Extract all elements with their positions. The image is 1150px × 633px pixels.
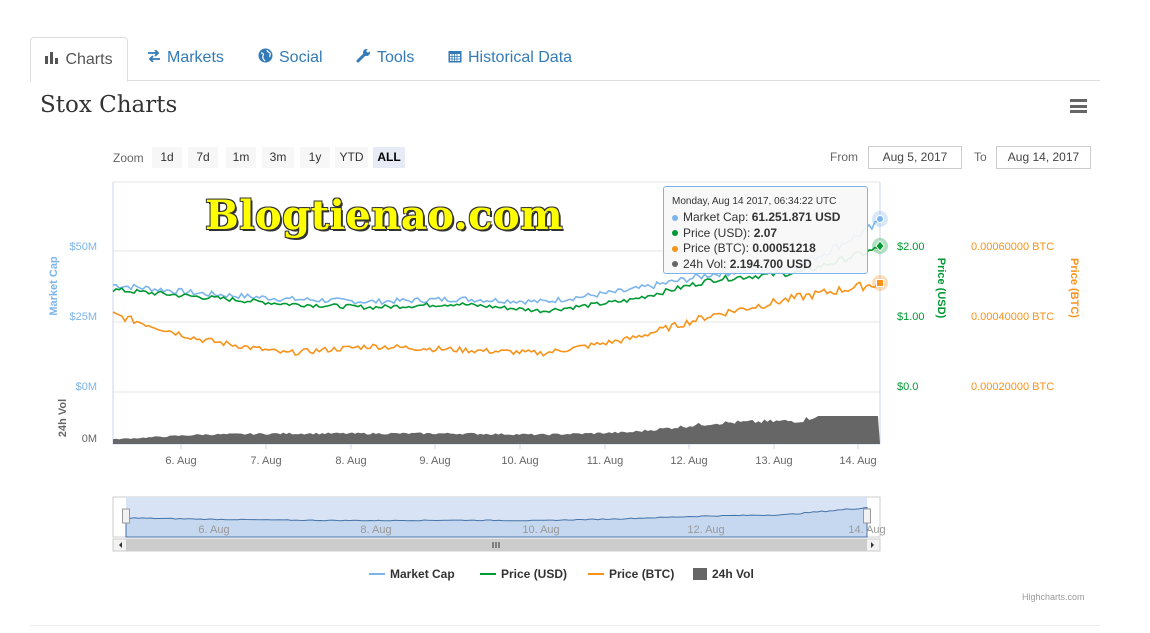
price-btc-marker bbox=[876, 279, 884, 287]
market-cap-marker bbox=[876, 215, 884, 223]
series-dot-icon bbox=[672, 261, 678, 268]
chart-tooltip: Monday, Aug 14 2017, 06:34:22 UTC Market… bbox=[663, 186, 868, 274]
tooltip-value: 61.251.871 USD bbox=[751, 210, 841, 224]
price-btc-line bbox=[112, 281, 879, 357]
y-tick-price-btc: 0.00060000 BTC bbox=[971, 241, 1054, 253]
y-tick-price-usd: $0.0 bbox=[897, 381, 918, 393]
tooltip-label: Market Cap bbox=[683, 210, 746, 224]
y-tick-market-cap: $0M bbox=[76, 381, 97, 393]
legend-item-market-cap[interactable]: Market Cap bbox=[369, 567, 455, 581]
legend-swatch bbox=[480, 573, 496, 575]
legend-item-price-usd[interactable]: Price (USD) bbox=[480, 567, 567, 581]
legend-swatch bbox=[693, 568, 707, 580]
legend-label: Market Cap bbox=[390, 567, 455, 581]
y-axis-title-market-cap: Market Cap bbox=[48, 256, 60, 316]
navigator-handle-right[interactable] bbox=[863, 508, 871, 524]
legend-label: Price (BTC) bbox=[609, 567, 675, 581]
tooltip-row-price-usd: Price (USD): 2.07 bbox=[672, 226, 867, 242]
y-tick-price-usd: $1.00 bbox=[897, 311, 925, 323]
y-tick-price-btc: 0.00020000 BTC bbox=[971, 381, 1054, 393]
navigator-tick-label: 10. Aug bbox=[522, 524, 559, 536]
legend-swatch bbox=[588, 573, 604, 575]
volume-area bbox=[113, 416, 880, 444]
legend-item-24h-vol[interactable]: 24h Vol bbox=[693, 567, 754, 581]
series-dot-icon bbox=[672, 245, 678, 252]
x-tick-label: 13. Aug bbox=[755, 455, 792, 467]
tooltip-row-market-cap: Market Cap: 61.251.871 USD bbox=[672, 210, 867, 226]
x-axis-labels: 6. Aug 7. Aug 8. Aug 9. Aug 10. Aug 11. Aug 12… bbox=[165, 444, 877, 467]
tooltip-value: 0.00051218 bbox=[752, 241, 816, 255]
y-tick-volume: 0M bbox=[82, 433, 97, 445]
legend-label: Price (USD) bbox=[501, 567, 568, 581]
tooltip-value: 2.07 bbox=[753, 225, 778, 240]
navigator-handle-left[interactable] bbox=[122, 508, 130, 524]
tooltip-label: 24h Vol bbox=[683, 256, 724, 271]
navigator-tick-label: 14. Aug bbox=[848, 524, 885, 536]
price-chart[interactable]: $0M $25M $50M $0.0 $1.00 $2.00 0.00020000 BTC 0… bbox=[0, 0, 1150, 633]
x-tick-label: 8. Aug bbox=[335, 455, 366, 467]
x-tick-label: 11. Aug bbox=[587, 455, 624, 467]
legend-swatch bbox=[369, 573, 385, 575]
credits-link[interactable]: Highcharts.com bbox=[1022, 592, 1085, 602]
tooltip-row-price-btc: Price (BTC): 0.00051218 bbox=[672, 241, 867, 257]
y-tick-market-cap: $25M bbox=[69, 311, 97, 323]
y-tick-market-cap: $50M bbox=[69, 241, 97, 253]
tooltip-label: Price (BTC) bbox=[683, 241, 746, 255]
series-dot-icon bbox=[672, 214, 678, 221]
watermark-text: Blogtienao.com bbox=[205, 192, 564, 239]
navigator-tick-label: 6. Aug bbox=[198, 524, 229, 536]
tooltip-header: Monday, Aug 14 2017, 06:34:22 UTC bbox=[672, 196, 837, 207]
y-tick-price-btc: 0.00040000 BTC bbox=[971, 311, 1054, 323]
x-tick-label: 6. Aug bbox=[165, 455, 196, 467]
y-axis-title-volume: 24h Vol bbox=[57, 399, 69, 437]
x-tick-label: 12. Aug bbox=[670, 455, 707, 467]
navigator[interactable]: 6. Aug 8. Aug 10. Aug 12. Aug 14. Aug bbox=[112, 496, 886, 552]
series-dot-icon bbox=[672, 230, 678, 237]
y-tick-price-usd: $2.00 bbox=[897, 241, 925, 253]
x-tick-label: 14. Aug bbox=[839, 455, 876, 467]
tooltip-label: Price (USD) bbox=[683, 225, 748, 240]
navigator-tick-label: 8. Aug bbox=[360, 524, 391, 536]
tooltip-value: 2.194.700 USD bbox=[729, 256, 812, 271]
tooltip-row-24h-vol: 24h Vol: 2.194.700 USD bbox=[672, 257, 867, 273]
legend-label: 24h Vol bbox=[712, 567, 754, 581]
legend-item-price-btc[interactable]: Price (BTC) bbox=[588, 567, 674, 581]
volume-series bbox=[113, 416, 880, 444]
x-tick-label: 9. Aug bbox=[419, 455, 450, 467]
y-axis-title-price-btc: Price (BTC) bbox=[1068, 258, 1080, 318]
x-tick-label: 7. Aug bbox=[250, 455, 281, 467]
navigator-tick-label: 12. Aug bbox=[687, 524, 724, 536]
y-axis-title-price-usd: Price (USD) bbox=[935, 258, 947, 319]
x-tick-label: 10. Aug bbox=[501, 455, 538, 467]
divider bbox=[30, 625, 1100, 626]
